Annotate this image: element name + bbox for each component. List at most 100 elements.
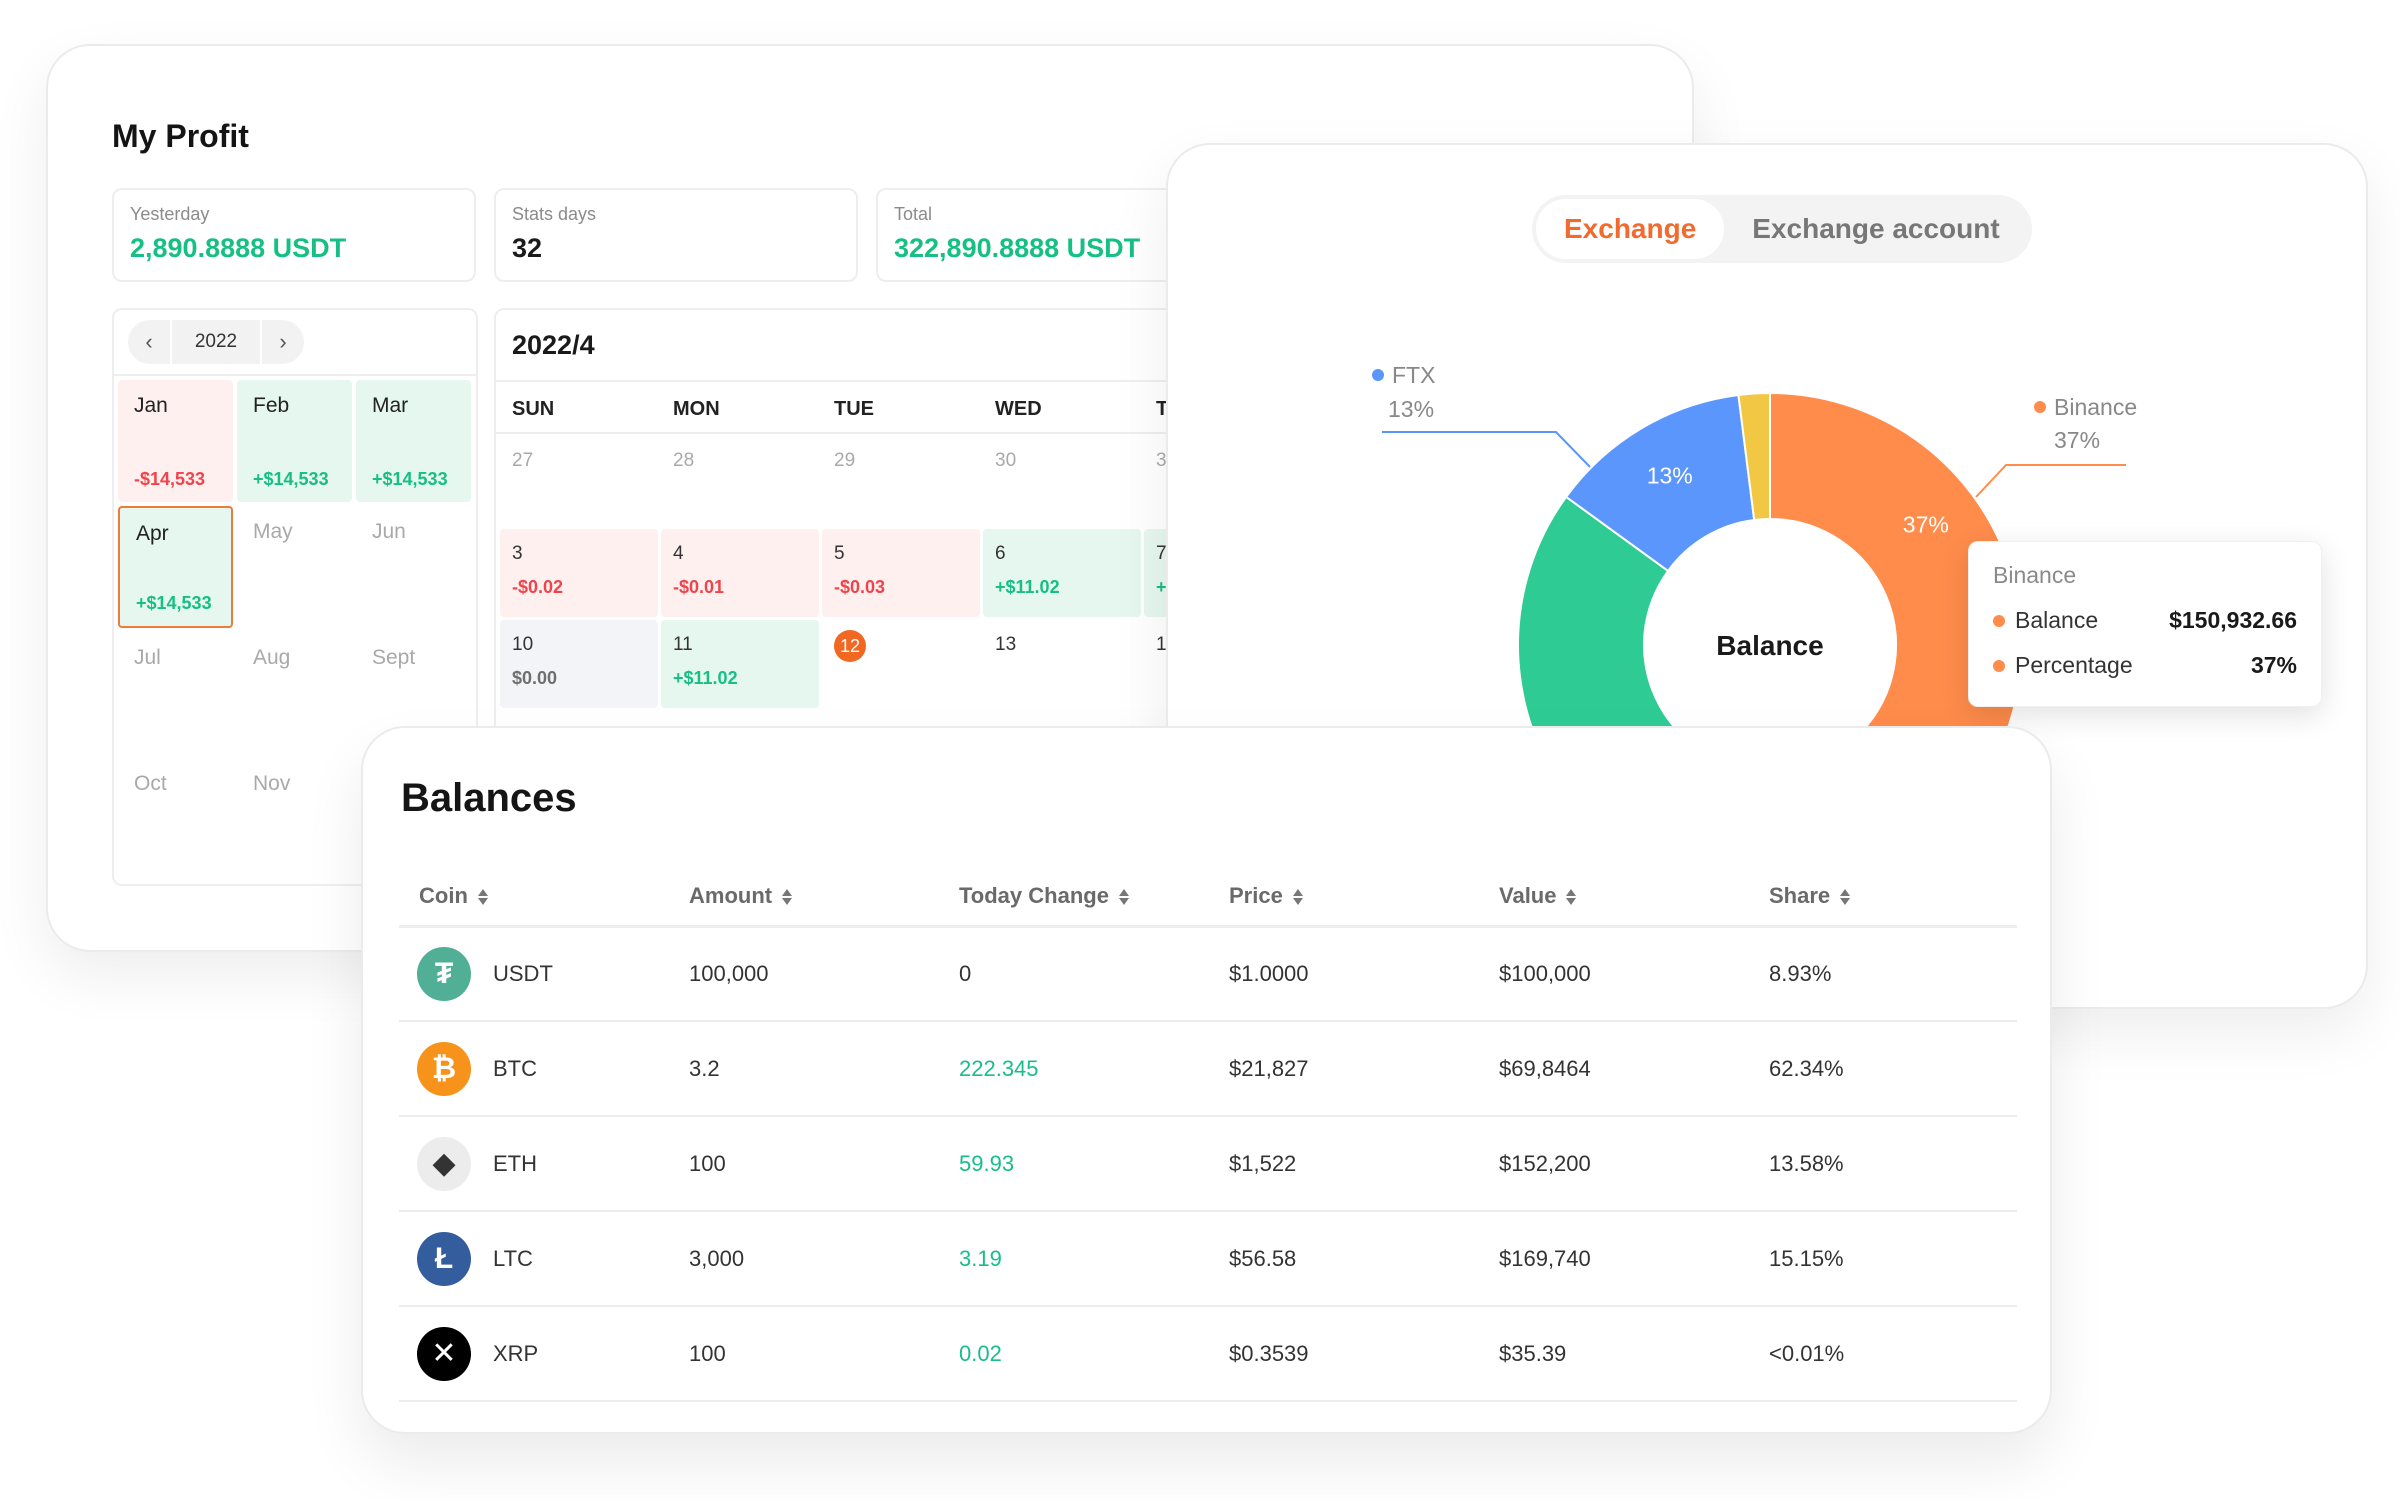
coin-symbol: USDT xyxy=(493,960,553,986)
day-number: 27 xyxy=(512,450,534,471)
calendar-day[interactable]: 29 xyxy=(822,436,980,526)
calendar-day[interactable]: 4 -$0.01 xyxy=(661,529,819,617)
calendar-day[interactable]: 5 -$0.03 xyxy=(822,529,980,617)
donut-center-label: Balance xyxy=(1716,630,1823,661)
exchange-view-toggle: Exchange Exchange account xyxy=(1532,195,2032,263)
month-cell-jan[interactable]: Jan -$14,533 xyxy=(118,380,233,502)
month-name: Sept xyxy=(372,646,416,669)
month-profit: +$14,533 xyxy=(136,593,212,613)
legend-dot-icon xyxy=(1993,614,2005,627)
calendar-day[interactable]: 3 -$0.02 xyxy=(500,529,658,617)
calendar-day[interactable]: 30 xyxy=(983,436,1141,526)
legend-dot-icon xyxy=(1372,369,1384,381)
sort-icon xyxy=(782,888,793,906)
value-cell: $35.39 xyxy=(1479,1306,1749,1402)
calendar-day[interactable]: 6 +$11.02 xyxy=(983,529,1141,617)
calendar-day[interactable]: 13 xyxy=(983,620,1141,708)
tooltip-row-balance: Balance $150,932.66 xyxy=(1993,607,2297,634)
sort-icon xyxy=(477,888,488,906)
price-cell: $1.0000 xyxy=(1209,926,1479,1022)
year-label: 2022 xyxy=(172,320,260,364)
tether-icon: ₮ xyxy=(417,946,471,1001)
previous-year-button[interactable]: ‹ xyxy=(128,320,170,364)
month-cell-oct[interactable]: Oct xyxy=(118,758,233,880)
legend-leader-line xyxy=(1382,431,1591,468)
table-row[interactable]: Ł LTC 3,000 3.19 $56.58 $169,740 15.15% xyxy=(399,1211,2017,1307)
month-cell-may[interactable]: May xyxy=(237,506,352,628)
tab-exchange[interactable]: Exchange xyxy=(1536,199,1725,259)
day-number: 4 xyxy=(673,543,684,564)
weekday-label: TUE xyxy=(834,398,874,420)
month-cell-apr[interactable]: Apr +$14,533 xyxy=(118,506,233,628)
chart-tooltip: Binance Balance $150,932.66 Percentage 3… xyxy=(1968,541,2322,707)
column-header-amount[interactable]: Amount xyxy=(669,868,939,928)
column-header-price[interactable]: Price xyxy=(1209,868,1479,928)
legend-label: Binance xyxy=(2054,394,2137,420)
share-cell: 8.93% xyxy=(1749,926,2017,1022)
legend-leader-line xyxy=(1975,464,2126,498)
coin-cell: ₿ BTC xyxy=(399,1021,669,1117)
column-header-today-change[interactable]: Today Change xyxy=(939,868,1209,928)
column-label: Price xyxy=(1229,883,1283,909)
today-change-cell: 0 xyxy=(939,926,1209,1022)
tooltip-title: Binance xyxy=(1993,562,2077,588)
today-change-cell: 0.02 xyxy=(939,1306,1209,1402)
sort-icon xyxy=(1292,888,1303,906)
calendar-day[interactable]: 27 xyxy=(500,436,658,526)
month-cell-mar[interactable]: Mar +$14,533 xyxy=(356,380,471,502)
calendar-day[interactable]: 28 xyxy=(661,436,819,526)
calendar-day[interactable]: 11 +$11.02 xyxy=(661,620,819,708)
day-number: 10 xyxy=(512,634,534,655)
month-profit: +$14,533 xyxy=(253,469,329,489)
table-row[interactable]: ✕ XRP 100 0.02 $0.3539 $35.39 <0.01% xyxy=(399,1306,2017,1402)
column-header-value[interactable]: Value xyxy=(1479,868,1749,928)
day-number: 7 xyxy=(1156,543,1167,564)
month-cell-aug[interactable]: Aug xyxy=(237,632,352,754)
divider xyxy=(496,380,1232,382)
month-cell-feb[interactable]: Feb +$14,533 xyxy=(237,380,352,502)
table-row[interactable]: ◆ ETH 100 59.93 $1,522 $152,200 13.58% xyxy=(399,1116,2017,1212)
month-cell-nov[interactable]: Nov xyxy=(237,758,352,880)
coin-cell: ₮ USDT xyxy=(399,926,669,1022)
legend-label: FTX xyxy=(1392,362,1435,388)
today-change-cell: 222.345 xyxy=(939,1021,1209,1117)
sort-icon xyxy=(1566,888,1577,906)
day-profit: -$0.01 xyxy=(673,577,725,597)
ethereum-icon: ◆ xyxy=(417,1136,471,1191)
legend-dot-icon xyxy=(1993,659,2005,672)
calendar-day-today[interactable]: 12 xyxy=(822,620,980,708)
balances-table: Coin Amount Today Change Price Value Sha… xyxy=(399,868,2017,1402)
balances-table-body: ₮ USDT 100,000 0 $1.0000 $100,000 8.93% ₿ BTC 3.2… xyxy=(399,926,2017,1402)
day-number: 28 xyxy=(673,450,695,471)
column-header-coin[interactable]: Coin xyxy=(399,868,669,928)
today-change-cell: 3.19 xyxy=(939,1211,1209,1307)
month-name: Jul xyxy=(134,646,161,669)
coin-symbol: ETH xyxy=(493,1150,537,1176)
weekday-label: SUN xyxy=(512,398,555,420)
share-cell: <0.01% xyxy=(1749,1306,2017,1402)
tab-exchange-account[interactable]: Exchange account xyxy=(1724,199,2027,259)
sort-icon xyxy=(1840,888,1851,906)
share-cell: 15.15% xyxy=(1749,1211,2017,1307)
tooltip-row-percentage: Percentage 37% xyxy=(1993,652,2297,679)
weekday-label: MON xyxy=(673,398,720,420)
column-label: Coin xyxy=(419,883,468,909)
chevron-right-icon: › xyxy=(279,329,287,354)
divider xyxy=(496,432,1232,434)
column-label: Amount xyxy=(689,883,773,909)
month-name: Nov xyxy=(253,772,291,795)
share-cell: 13.58% xyxy=(1749,1116,2017,1212)
calendar-day[interactable]: 10 $0.00 xyxy=(500,620,658,708)
table-row[interactable]: ₮ USDT 100,000 0 $1.0000 $100,000 8.93% xyxy=(399,926,2017,1022)
day-number: 3 xyxy=(1156,450,1167,471)
table-row[interactable]: ₿ BTC 3.2 222.345 $21,827 $69,8464 62.34% xyxy=(399,1021,2017,1117)
column-header-share[interactable]: Share xyxy=(1749,868,2017,928)
price-cell: $0.3539 xyxy=(1209,1306,1479,1402)
day-number: 5 xyxy=(834,543,845,564)
next-year-button[interactable]: › xyxy=(262,320,304,364)
sort-icon xyxy=(1118,888,1129,906)
day-number: 29 xyxy=(834,450,856,471)
month-cell-jun[interactable]: Jun xyxy=(356,506,471,628)
month-cell-jul[interactable]: Jul xyxy=(118,632,233,754)
stat-value: 2,890.8888 USDT xyxy=(130,233,347,263)
